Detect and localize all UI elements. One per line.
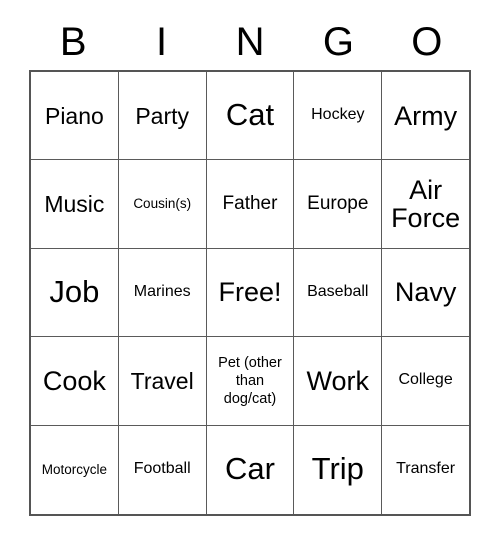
bingo-cell-b2[interactable]: Music <box>31 160 119 249</box>
bingo-cell-i1[interactable]: Party <box>118 72 207 161</box>
bingo-cell-label: Car <box>225 451 275 487</box>
bingo-cell-b4[interactable]: Cook <box>31 337 119 426</box>
bingo-cell-i4[interactable]: Travel <box>118 337 207 426</box>
bingo-cell-label: Pet (other than dog/cat) <box>218 354 282 407</box>
bingo-cell-label: Father <box>222 193 278 215</box>
bingo-cell-n1[interactable]: Cat <box>206 72 295 161</box>
bingo-cell-label: Free! <box>218 277 282 308</box>
bingo-cell-o2[interactable]: Air Force <box>382 160 469 249</box>
bingo-cell-label: Cousin(s) <box>133 196 192 211</box>
bingo-cell-label: Baseball <box>307 283 369 301</box>
bingo-header-letter-i: I <box>156 20 168 64</box>
bingo-cell-o5[interactable]: Transfer <box>382 425 469 514</box>
bingo-cell-label: College <box>398 371 453 389</box>
bingo-card: B I N G O Piano Party Cat Hockey Army Mu… <box>29 14 471 516</box>
bingo-cell-g2[interactable]: Europe <box>294 160 383 249</box>
bingo-cell-i2[interactable]: Cousin(s) <box>118 160 207 249</box>
bingo-cell-g1[interactable]: Hockey <box>294 72 383 161</box>
bingo-row-5: Motorcycle Football Car Trip Transfer <box>31 425 469 514</box>
bingo-cell-g4[interactable]: Work <box>294 337 383 426</box>
bingo-cell-label: Music <box>44 191 105 218</box>
bingo-cell-label: Hockey <box>311 106 365 124</box>
bingo-header-letter-n: N <box>235 20 265 64</box>
bingo-cell-label: Air Force <box>391 174 461 234</box>
bingo-cell-o1[interactable]: Army <box>382 72 469 161</box>
bingo-cell-o3[interactable]: Navy <box>382 248 469 338</box>
bingo-cell-free-space[interactable]: Free! <box>206 248 295 338</box>
bingo-cell-label: Army <box>394 100 458 131</box>
bingo-header-letter-b: B <box>59 20 87 64</box>
bingo-cell-label: Transfer <box>396 460 456 478</box>
bingo-cell-label: Travel <box>130 367 194 394</box>
bingo-header-letter-o: O <box>411 20 443 64</box>
bingo-header-letter-g: G <box>322 20 354 64</box>
bingo-row-2: Music Cousin(s) Father Europe Air Force <box>31 160 469 249</box>
bingo-cell-label: Piano <box>44 102 104 129</box>
bingo-cell-label: Trip <box>311 451 364 487</box>
bingo-cell-label: Navy <box>394 277 457 308</box>
bingo-cell-label: Party <box>135 102 190 129</box>
bingo-grid: Piano Party Cat Hockey Army Music Cousin… <box>29 70 471 516</box>
bingo-cell-o4[interactable]: College <box>382 337 469 426</box>
bingo-row-4: Cook Travel Pet (other than dog/cat) Wor… <box>31 337 469 426</box>
bingo-cell-b1[interactable]: Piano <box>31 72 119 161</box>
bingo-cell-label: Europe <box>307 193 369 215</box>
bingo-cell-b5[interactable]: Motorcycle <box>31 425 119 514</box>
bingo-cell-label: Motorcycle <box>41 461 108 477</box>
bingo-cell-n5[interactable]: Car <box>206 425 295 514</box>
bingo-cell-label: Cat <box>225 97 275 133</box>
bingo-cell-i5[interactable]: Football <box>118 425 207 514</box>
bingo-row-3: Job Marines Free! Baseball Navy <box>31 248 469 338</box>
bingo-cell-label: Marines <box>133 283 191 301</box>
bingo-header-row: B I N G O <box>29 14 471 70</box>
bingo-cell-n2[interactable]: Father <box>206 160 295 249</box>
bingo-cell-g3[interactable]: Baseball <box>294 248 383 338</box>
bingo-cell-g5[interactable]: Trip <box>294 425 383 514</box>
bingo-cell-label: Job <box>49 274 100 310</box>
bingo-cell-n4[interactable]: Pet (other than dog/cat) <box>206 337 295 426</box>
bingo-cell-label: Cook <box>42 365 106 396</box>
bingo-cell-i3[interactable]: Marines <box>118 248 207 338</box>
bingo-cell-b3[interactable]: Job <box>31 248 119 338</box>
bingo-cell-label: Football <box>133 460 191 478</box>
bingo-row-1: Piano Party Cat Hockey Army <box>31 72 469 161</box>
bingo-cell-label: Work <box>306 365 370 396</box>
